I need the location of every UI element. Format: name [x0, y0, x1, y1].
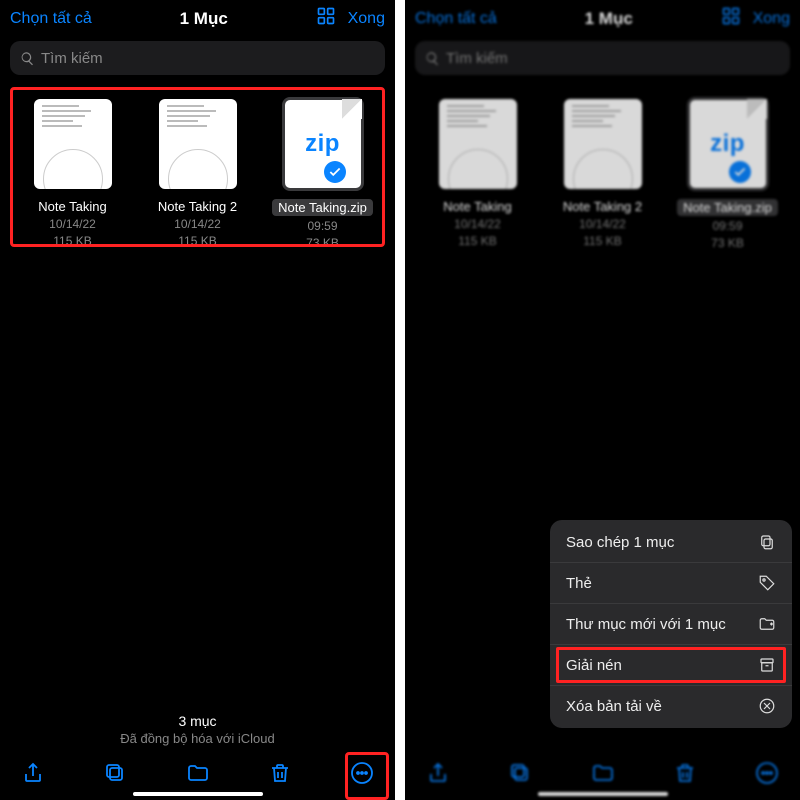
trash-icon[interactable]	[672, 760, 698, 786]
file-name: Note Taking	[443, 199, 511, 214]
selected-check-icon	[324, 161, 346, 183]
file-item[interactable]: Note Taking 10/14/22 115 KB	[423, 99, 532, 252]
document-icon	[564, 99, 642, 189]
view-grid-icon[interactable]	[721, 6, 741, 31]
file-item[interactable]: Note Taking 10/14/22 115 KB	[18, 99, 127, 252]
select-all-button[interactable]: Chọn tất cả	[415, 10, 497, 28]
home-indicator[interactable]	[538, 792, 668, 796]
file-size: 73 KB	[711, 235, 744, 252]
file-name: Note Taking.zip	[677, 199, 778, 216]
file-size: 115 KB	[174, 233, 221, 250]
archive-icon	[758, 656, 776, 674]
more-icon[interactable]	[754, 760, 780, 786]
new-folder-icon	[758, 615, 776, 633]
copy-icon	[758, 533, 776, 551]
document-icon	[34, 99, 112, 189]
file-date: 10/14/22	[174, 216, 221, 233]
search-placeholder: Tìm kiếm	[446, 50, 508, 67]
menu-item-copy[interactable]: Sao chép 1 mục	[550, 522, 792, 562]
trash-icon[interactable]	[267, 760, 293, 786]
selected-check-icon	[729, 161, 751, 183]
menu-item-remove-download[interactable]: Xóa bản tải về	[550, 685, 792, 726]
menu-item-label: Xóa bản tải về	[566, 698, 662, 715]
document-icon	[159, 99, 237, 189]
search-input[interactable]: Tìm kiếm	[10, 41, 385, 75]
menu-item-label: Sao chép 1 mục	[566, 534, 674, 551]
file-item[interactable]: zip Note Taking.zip 09:59 73 KB	[268, 99, 377, 252]
select-all-button[interactable]: Chọn tất cả	[10, 10, 92, 28]
menu-item-label: Giải nén	[566, 657, 622, 674]
search-placeholder: Tìm kiếm	[41, 50, 103, 67]
file-date: 10/14/22	[454, 216, 501, 233]
search-input[interactable]: Tìm kiếm	[415, 41, 790, 75]
file-size: 115 KB	[454, 233, 501, 250]
page-title: 1 Mục	[180, 9, 228, 29]
file-name: Note Taking 2	[563, 199, 642, 214]
file-size: 73 KB	[306, 235, 339, 252]
search-icon	[425, 51, 440, 66]
menu-item-uncompress[interactable]: Giải nén	[550, 644, 792, 685]
file-name: Note Taking 2	[158, 199, 237, 214]
files-grid: Note Taking 10/14/22 115 KB Note Taking …	[405, 81, 800, 262]
view-grid-icon[interactable]	[316, 6, 336, 31]
duplicate-icon[interactable]	[507, 760, 533, 786]
file-item[interactable]: zip Note Taking.zip 09:59 73 KB	[673, 99, 782, 252]
menu-item-new-folder[interactable]: Thư mục mới với 1 mục	[550, 603, 792, 644]
files-grid: Note Taking 10/14/22 115 KB Note Taking …	[0, 81, 395, 262]
home-indicator[interactable]	[133, 792, 263, 796]
remove-download-icon	[758, 697, 776, 715]
top-bar: Chọn tất cả 1 Mục Xong	[0, 0, 395, 35]
file-date: 10/14/22	[579, 216, 626, 233]
top-bar: Chọn tất cả 1 Mục Xong	[405, 0, 800, 35]
file-size: 115 KB	[579, 233, 626, 250]
move-folder-icon[interactable]	[185, 760, 211, 786]
file-name: Note Taking	[38, 199, 106, 214]
file-item[interactable]: Note Taking 2 10/14/22 115 KB	[143, 99, 252, 252]
document-icon	[439, 99, 517, 189]
file-date: 09:59	[306, 218, 339, 235]
move-folder-icon[interactable]	[590, 760, 616, 786]
done-button[interactable]: Xong	[348, 10, 385, 28]
search-icon	[20, 51, 35, 66]
share-icon[interactable]	[425, 760, 451, 786]
file-size: 115 KB	[49, 233, 96, 250]
file-item[interactable]: Note Taking 2 10/14/22 115 KB	[548, 99, 657, 252]
done-button[interactable]: Xong	[753, 10, 790, 28]
file-date: 09:59	[711, 218, 744, 235]
page-title: 1 Mục	[585, 9, 633, 29]
tag-icon	[758, 574, 776, 592]
footer-status: 3 mục Đã đồng bộ hóa với iCloud	[0, 713, 395, 746]
menu-item-label: Thư mục mới với 1 mục	[566, 616, 726, 633]
right-screenshot: Chọn tất cả 1 Mục Xong Tìm kiếm	[405, 0, 800, 800]
zip-icon: zip	[284, 99, 362, 189]
duplicate-icon[interactable]	[102, 760, 128, 786]
share-icon[interactable]	[20, 760, 46, 786]
file-name: Note Taking.zip	[272, 199, 373, 216]
left-screenshot: Chọn tất cả 1 Mục Xong Tìm kiếm	[0, 0, 395, 800]
more-icon[interactable]	[349, 760, 375, 786]
menu-item-label: Thẻ	[566, 575, 592, 592]
zip-icon: zip	[689, 99, 767, 189]
file-date: 10/14/22	[49, 216, 96, 233]
context-menu: Sao chép 1 mục Thẻ Thư mục mới với 1 mục…	[550, 520, 792, 728]
menu-item-tag[interactable]: Thẻ	[550, 562, 792, 603]
bottom-toolbar	[405, 752, 800, 792]
bottom-toolbar	[0, 752, 395, 792]
